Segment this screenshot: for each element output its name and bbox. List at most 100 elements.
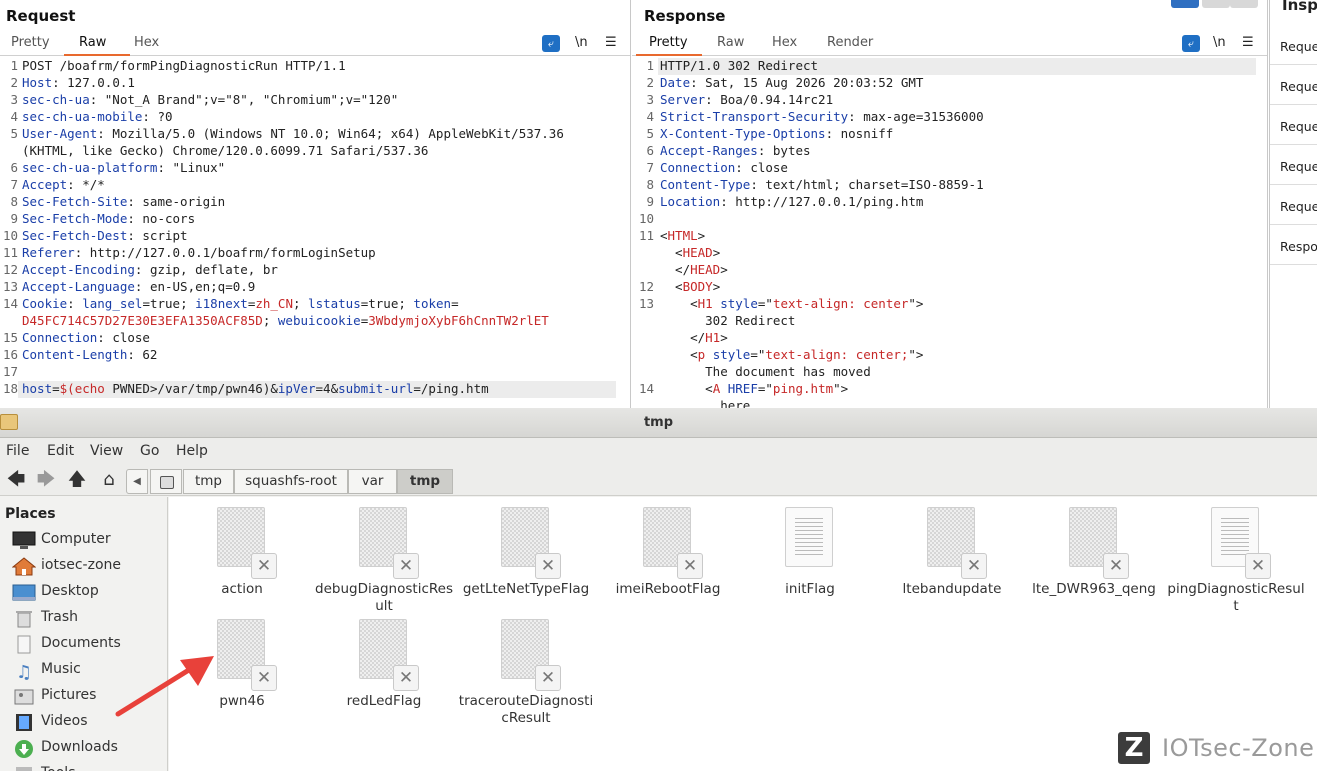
broken-link-icon: ✕: [1103, 553, 1129, 579]
sidebar-item-trash[interactable]: Trash: [12, 607, 162, 629]
line-number: 5: [10, 126, 18, 141]
line-number: 5: [646, 126, 654, 141]
show-newlines-toggle[interactable]: \n: [575, 35, 588, 50]
pictures-icon: [12, 687, 36, 706]
downloads-icon: [12, 739, 36, 758]
layout-vertical-icon[interactable]: [1230, 0, 1258, 8]
menu-view[interactable]: View: [90, 443, 123, 459]
file-item[interactable]: ✕ tracerouteDiagnosticResult: [456, 619, 596, 727]
code-line: Accept-Ranges: bytes: [660, 143, 811, 158]
sidebar-item-iotsec-zone[interactable]: iotsec-zone: [11, 555, 162, 577]
file-grid: ✕ action ✕ debugDiagnosticResult ✕ getLteNetT…: [169, 497, 1317, 771]
location-toolbar: 🡄 🡆 🡅 ⌂ ◀ tmp squashfs-root var tmp: [0, 466, 1317, 496]
request-title: Request: [6, 7, 76, 25]
layout-horizontal-icon[interactable]: [1202, 0, 1230, 8]
menu-help[interactable]: Help: [176, 443, 208, 459]
code-line: D45FC714C57D27E30E3EFA1350ACF85D; webuic…: [22, 313, 549, 328]
request-tab-raw[interactable]: Raw: [79, 35, 106, 50]
back-arrow-icon[interactable]: 🡄: [5, 469, 27, 491]
code-line: Accept-Language: en-US,en;q=0.9: [22, 279, 256, 294]
file-item[interactable]: ✕ lte_DWR963_qeng: [1024, 507, 1164, 598]
file-item[interactable]: ✕ imeiRebootFlag: [598, 507, 738, 598]
code-line: Sec-Fetch-Dest: script: [22, 228, 188, 243]
file-icon: ✕: [359, 507, 419, 579]
breadcrumb-squashfs-root[interactable]: squashfs-root: [234, 469, 348, 494]
file-icon: ✕: [927, 507, 987, 579]
file-item[interactable]: initFlag: [740, 507, 880, 598]
wrap-lines-icon[interactable]: ⤶: [542, 35, 560, 52]
layout-split-icon[interactable]: [1171, 0, 1199, 8]
file-item[interactable]: ✕ redLedFlag: [314, 619, 454, 710]
code-line: Accept: */*: [22, 177, 105, 192]
up-arrow-icon[interactable]: 🡅: [66, 469, 88, 491]
response-tab-pretty[interactable]: Pretty: [649, 35, 688, 50]
line-number: 1: [10, 58, 18, 73]
menu-icon[interactable]: ☰: [605, 35, 617, 50]
inspector-item[interactable]: Reque: [1270, 185, 1317, 225]
wrap-lines-icon[interactable]: ⤶: [1182, 35, 1200, 52]
broken-link-icon: ✕: [535, 665, 561, 691]
inspector-item[interactable]: Reque: [1270, 145, 1317, 185]
file-icon: ✕: [1211, 507, 1271, 579]
line-number: 18: [2, 381, 18, 396]
inspector-pane: Insp Reque Reque Reque Reque Reque Respo: [1269, 0, 1317, 408]
breadcrumb-tmp[interactable]: tmp: [183, 469, 234, 494]
breadcrumb-left-icon[interactable]: ◀: [126, 469, 148, 494]
file-icon: ✕: [643, 507, 703, 579]
line-number: 8: [10, 194, 18, 209]
broken-link-icon: ✕: [393, 553, 419, 579]
line-number: 16: [2, 347, 18, 362]
request-tabs: Pretty Raw Hex ⤶ \n ☰: [0, 31, 630, 56]
file-item[interactable]: ✕ debugDiagnosticResult: [314, 507, 454, 615]
menu-file[interactable]: File: [6, 443, 29, 459]
response-tab-hex[interactable]: Hex: [772, 35, 797, 50]
file-item[interactable]: ✕ getLteNetTypeFlag: [456, 507, 596, 598]
broken-link-icon: ✕: [677, 553, 703, 579]
request-tab-hex[interactable]: Hex: [134, 35, 159, 50]
forward-arrow-icon[interactable]: 🡆: [35, 469, 57, 491]
line-number: 17: [2, 364, 18, 379]
code-line: Connection: close: [22, 330, 150, 345]
folder-icon: [0, 414, 18, 430]
inspector-item[interactable]: Reque: [1270, 25, 1317, 65]
code-line: Server: Boa/0.94.14rc21: [660, 92, 834, 107]
code-line: <p style="text-align: center;">: [660, 347, 924, 362]
file-item[interactable]: ✕ pingDiagnosticResult: [1166, 507, 1306, 615]
show-newlines-toggle[interactable]: \n: [1213, 35, 1226, 50]
menu-go[interactable]: Go: [140, 443, 159, 459]
response-tab-raw[interactable]: Raw: [717, 35, 744, 50]
menu-edit[interactable]: Edit: [47, 443, 74, 459]
inspector-item[interactable]: Respo: [1270, 225, 1317, 265]
code-line: Host: 127.0.0.1: [22, 75, 135, 90]
response-title: Response: [644, 7, 726, 25]
sidebar-item-label: Pictures: [41, 687, 97, 703]
watermark-text: IOTsec-Zone: [1162, 734, 1315, 762]
code-line: Referer: http://127.0.0.1/boafrm/formLog…: [22, 245, 376, 260]
breadcrumb-tmp-current[interactable]: tmp: [397, 469, 453, 494]
inspector-item[interactable]: Reque: [1270, 65, 1317, 105]
breadcrumb-var[interactable]: var: [348, 469, 397, 494]
menu-icon[interactable]: ☰: [1242, 35, 1254, 50]
request-tab-pretty[interactable]: Pretty: [11, 35, 50, 50]
file-item[interactable]: ✕ ltebandupdate: [882, 507, 1022, 598]
sidebar-item-label: iotsec-zone: [41, 557, 122, 573]
menubar: File Edit View Go Help: [0, 438, 1317, 466]
file-item[interactable]: ✕ action: [172, 507, 312, 598]
line-number: 7: [646, 160, 654, 175]
line-number: 13: [638, 296, 654, 311]
sidebar-item-downloads[interactable]: Downloads: [12, 737, 162, 759]
sidebar-item-computer[interactable]: Computer: [12, 529, 162, 551]
window-titlebar[interactable]: tmp: [0, 408, 1317, 438]
filesystem-icon[interactable]: [150, 469, 182, 494]
line-number: 10: [2, 228, 18, 243]
line-number: 2: [646, 75, 654, 90]
sidebar-item-label: Music: [41, 661, 81, 677]
sidebar-item-desktop[interactable]: Desktop: [12, 581, 162, 603]
inspector-item[interactable]: Reque: [1270, 105, 1317, 145]
home-icon[interactable]: ⌂: [98, 469, 120, 491]
response-tab-render[interactable]: Render: [827, 35, 873, 50]
computer-icon: [12, 531, 36, 550]
sidebar-item-tools[interactable]: Tools: [12, 763, 162, 771]
request-pane: Request Pretty Raw Hex ⤶ \n ☰ 1 POST /boa…: [0, 0, 631, 408]
file-icon: [785, 507, 835, 569]
